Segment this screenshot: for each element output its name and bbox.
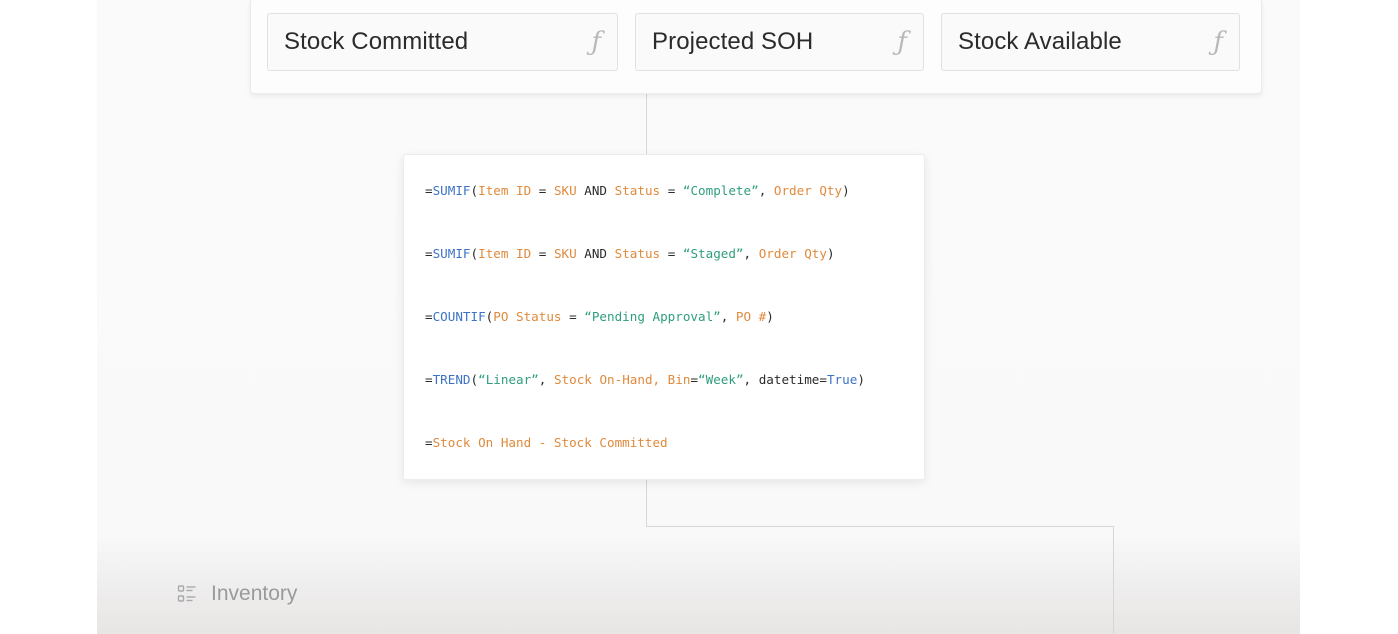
function-icon: ƒ: [591, 27, 601, 57]
canvas: Stock Committed ƒ Projected SOH ƒ Stock …: [97, 0, 1300, 634]
field-label: Stock Committed: [284, 28, 469, 55]
formula-token-op: ): [842, 183, 850, 198]
formula-token-op: =: [561, 309, 585, 324]
formula-token-op: =: [425, 246, 433, 261]
formula-token-op: (: [470, 183, 479, 198]
formula-token-kw: AND: [576, 183, 615, 198]
formula-token-op: =: [660, 183, 683, 198]
connector-line: [646, 92, 647, 154]
formula-token-op: ,: [758, 183, 774, 198]
formula-token-field: SKU: [553, 246, 577, 261]
formula-token-bool: True: [826, 372, 858, 387]
list-icon: [177, 584, 197, 604]
formula-token-op: ,: [743, 372, 759, 387]
computed-fields-panel: Stock Committed ƒ Projected SOH ƒ Stock …: [250, 0, 1262, 94]
formula-token-fn: SUMIF: [432, 183, 471, 198]
formula-token-op: =: [425, 435, 433, 450]
field-stock-available[interactable]: Stock Available ƒ: [941, 13, 1240, 71]
formula-token-field: Order Qty: [773, 183, 843, 198]
field-label: Stock Available: [958, 28, 1122, 55]
formula-token-field: PO #: [735, 309, 767, 324]
field-stock-committed[interactable]: Stock Committed ƒ: [267, 13, 618, 71]
field-projected-soh[interactable]: Projected SOH ƒ: [635, 13, 924, 71]
formula-token-fn: SUMIF: [432, 246, 471, 261]
formula-token-op: (: [470, 372, 479, 387]
formula-token-kw: AND: [576, 246, 615, 261]
function-icon: ƒ: [1213, 27, 1223, 57]
formula-token-field: Item ID: [478, 246, 532, 261]
connector-line: [646, 526, 1114, 527]
formula-token-op: ): [826, 246, 835, 261]
connector-line: [646, 478, 647, 527]
formula-token-op: =: [425, 372, 433, 387]
formula-token-op: ,: [720, 309, 736, 324]
formula-token-op: ): [766, 309, 774, 324]
formula-token-op: ): [857, 372, 865, 387]
formula-token-op: =: [690, 372, 699, 387]
formula-token-fn: TREND: [432, 372, 471, 387]
connector-line: [1113, 526, 1114, 634]
formula-token-kw: datetime: [758, 372, 820, 387]
formula-token-field: SKU: [553, 183, 577, 198]
formula-token-field: Status: [614, 183, 661, 198]
formula-token-fn: COUNTIF: [432, 309, 486, 324]
inventory-label: Inventory: [211, 582, 298, 605]
formula-line[interactable]: =COUNTIF(PO Status = “Pending Approval”,…: [425, 309, 774, 324]
formula-token-field: Status: [614, 246, 661, 261]
formula-token-op: ,: [538, 372, 554, 387]
formula-token-str: “Linear”: [478, 372, 539, 387]
formula-token-op: =: [819, 372, 827, 387]
formula-line[interactable]: =Stock On Hand - Stock Committed: [425, 435, 668, 450]
formula-line[interactable]: =SUMIF(Item ID = SKU AND Status = “Compl…: [425, 183, 850, 198]
formula-token-field: Item ID: [478, 183, 532, 198]
formula-token-field: PO Status: [493, 309, 562, 324]
field-label: Projected SOH: [652, 28, 814, 55]
formula-token-field: Stock On Hand - Stock Committed: [432, 435, 668, 450]
formula-token-op: =: [425, 309, 433, 324]
formula-token-field: Order Qty: [758, 246, 827, 261]
formula-token-op: =: [531, 183, 554, 198]
formula-token-str: “Week”: [698, 372, 744, 387]
formula-token-op: =: [660, 246, 683, 261]
formula-token-op: =: [531, 246, 554, 261]
formula-line[interactable]: =SUMIF(Item ID = SKU AND Status = “Stage…: [425, 246, 835, 261]
formula-card: =SUMIF(Item ID = SKU AND Status = “Compl…: [403, 154, 925, 480]
formula-token-field: Stock On-Hand, Bin: [553, 372, 691, 387]
formula-token-str: “Pending Approval”: [584, 309, 721, 324]
formula-token-op: (: [470, 246, 479, 261]
formula-token-op: =: [425, 183, 433, 198]
inventory-section[interactable]: Inventory: [177, 582, 297, 606]
formula-token-op: ,: [743, 246, 759, 261]
formula-token-str: “Staged”: [682, 246, 744, 261]
formula-token-str: “Complete”: [682, 183, 759, 198]
function-icon: ƒ: [897, 27, 907, 57]
formula-line[interactable]: =TREND(“Linear”, Stock On-Hand, Bin=“Wee…: [425, 372, 865, 387]
